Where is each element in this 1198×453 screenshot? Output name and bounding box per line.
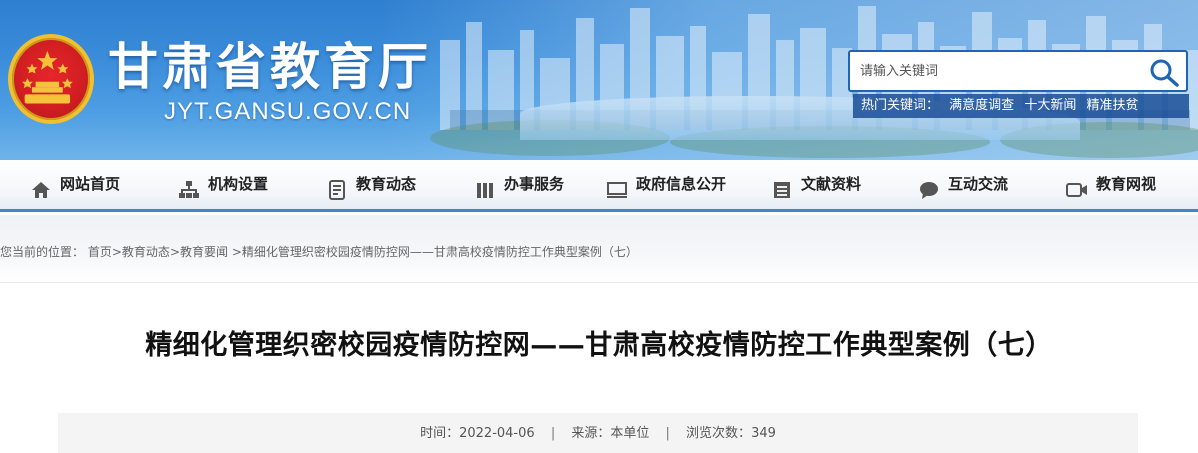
- nav-item-label: 教育动态: [356, 175, 417, 193]
- search-input[interactable]: [860, 58, 1140, 84]
- nav-item-education-video[interactable]: 教育网视: [1066, 160, 1156, 209]
- nav-item-interaction[interactable]: 互动交流: [918, 160, 1008, 209]
- nav-item-label: 教育网视: [1096, 175, 1157, 193]
- org-chart-icon: [178, 172, 200, 198]
- meta-views-label: 浏览次数：: [686, 426, 752, 441]
- meta-time-label: 时间：: [420, 426, 460, 441]
- hot-keyword-link[interactable]: 精准扶贫: [1086, 98, 1138, 113]
- meta-source: 本单位: [610, 426, 650, 441]
- hot-keywords-label: 热门关键词：: [861, 98, 940, 113]
- national-emblem-icon: [8, 34, 94, 124]
- breadcrumb-separator: >: [231, 245, 242, 259]
- article-meta-bar: 时间：2022-04-06 | 来源：本单位 | 浏览次数：349: [58, 413, 1138, 453]
- nav-item-documents[interactable]: 文献资料: [771, 160, 861, 209]
- nav-item-label: 政府信息公开: [636, 175, 727, 193]
- breadcrumb-link-home[interactable]: 首页: [88, 245, 112, 259]
- nav-item-home[interactable]: 网站首页: [30, 160, 120, 209]
- header-banner: 甘肃省教育厅 JYT.GANSU.GOV.CN 热门关键词： 满意度调查 十大新…: [0, 0, 1198, 160]
- breadcrumb-link-headlines[interactable]: 教育要闻: [180, 245, 228, 259]
- nav-item-label: 机构设置: [208, 175, 269, 193]
- search-icon[interactable]: [1146, 55, 1182, 89]
- article-meta: 时间：2022-04-06 | 来源：本单位 | 浏览次数：349: [58, 423, 1138, 445]
- site-name: 甘肃省教育厅: [108, 38, 432, 96]
- breadcrumb-separator: >: [111, 245, 122, 259]
- video-icon: [1066, 172, 1088, 197]
- document-icon: [326, 172, 348, 200]
- meta-source-label: 来源：: [571, 426, 611, 441]
- nav-item-gov-info[interactable]: 政府信息公开: [606, 160, 726, 209]
- nav-item-education-news[interactable]: 教育动态: [326, 160, 416, 209]
- nav-item-label: 文献资料: [801, 175, 862, 193]
- meta-separator: |: [665, 426, 670, 441]
- breadcrumb-link-current[interactable]: 精细化管理织密校园疫情防控网——甘肃高校疫情防控工作典型案例（七）: [242, 245, 638, 259]
- briefcase-icon: [474, 172, 496, 198]
- search-box: [848, 50, 1188, 92]
- meta-views: 349: [751, 426, 776, 441]
- nav-item-services[interactable]: 办事服务: [474, 160, 564, 209]
- site-domain: JYT.GANSU.GOV.CN: [164, 98, 412, 125]
- nav-item-label: 办事服务: [504, 175, 565, 193]
- breadcrumb-link-education-news[interactable]: 教育动态: [122, 245, 170, 259]
- article-title: 精细化管理织密校园疫情防控网——甘肃高校疫情防控工作典型案例（七）: [145, 330, 1053, 361]
- archive-icon: [771, 172, 793, 198]
- hot-keyword-link[interactable]: 满意度调查: [949, 98, 1014, 113]
- home-icon: [30, 172, 52, 198]
- hot-keyword-link[interactable]: 十大新闻: [1024, 98, 1076, 113]
- nav-item-organization[interactable]: 机构设置: [178, 160, 268, 209]
- meta-separator: |: [550, 426, 556, 441]
- meta-time: 2022-04-06: [459, 426, 535, 441]
- nav-item-label: 网站首页: [60, 175, 121, 193]
- breadcrumb-bar: 您当前的位置： 首页>教育动态>教育要闻 >精细化管理织密校园疫情防控网——甘肃…: [0, 215, 1198, 283]
- breadcrumb-separator: >: [169, 245, 180, 259]
- chat-icon: [918, 172, 940, 199]
- breadcrumb: 您当前的位置： 首页>教育动态>教育要闻 >精细化管理织密校园疫情防控网——甘肃…: [0, 242, 638, 262]
- breadcrumb-prefix: 您当前的位置：: [0, 245, 85, 259]
- nav-item-label: 互动交流: [948, 175, 1009, 193]
- monitor-icon: [606, 172, 628, 198]
- main-nav: 网站首页 机构设置 教育动态 办事服务 政府信息公开 文献资料 互动交流 教育网…: [0, 160, 1198, 212]
- hot-keywords-bar: 热门关键词： 满意度调查 十大新闻 精准扶贫: [853, 94, 1189, 118]
